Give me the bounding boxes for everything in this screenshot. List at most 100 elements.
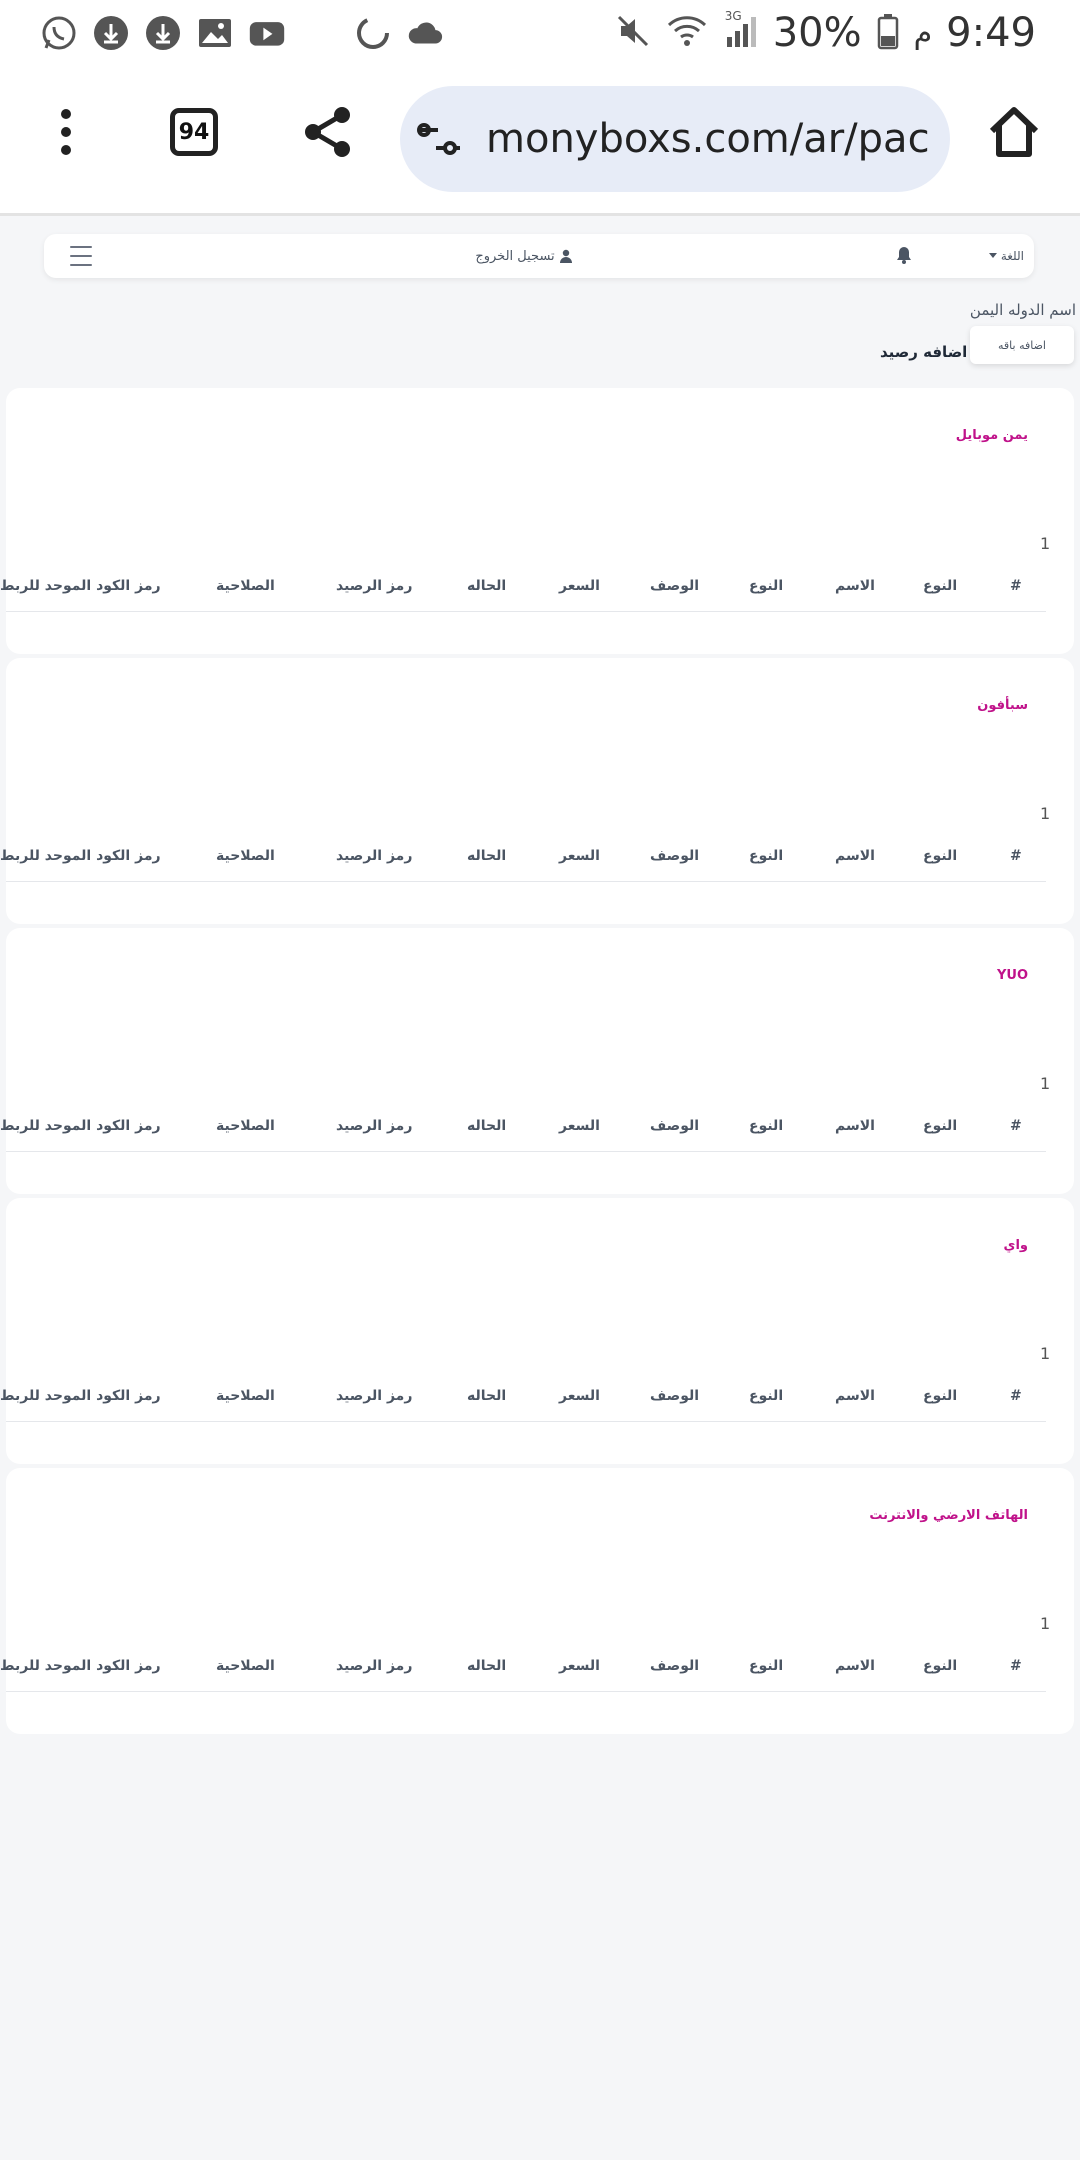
whatsapp-icon: [40, 14, 78, 52]
more-options-button[interactable]: [28, 94, 104, 170]
col-status: الحاله: [467, 1658, 507, 1674]
network-type: 3G: [724, 9, 742, 23]
col-price: السعر: [559, 1118, 600, 1134]
card-count: 1: [1040, 804, 1051, 823]
table-header: # النوع الاسم النوع الوصف السعر الحاله ر…: [0, 1384, 1046, 1422]
share-button[interactable]: [290, 94, 366, 170]
col-validity: الصلاحية: [216, 1658, 275, 1674]
tab-count: 94: [170, 108, 218, 156]
card-title: واي: [1003, 1238, 1028, 1253]
tab-switcher-button[interactable]: 94: [156, 94, 232, 170]
card-title: سبأفون: [977, 698, 1028, 713]
col-description: الوصف: [650, 1658, 700, 1674]
col-status: الحاله: [467, 1118, 507, 1134]
card-count: 1: [1040, 1074, 1051, 1093]
operator-card: سبأفون 1 # النوع الاسم النوع الوصف السعر…: [0, 658, 1074, 924]
col-number: #: [1010, 1658, 1022, 1674]
caret-down-icon: [988, 253, 997, 258]
table-header: # النوع الاسم النوع الوصف السعر الحاله ر…: [0, 844, 1046, 882]
col-unified-code: رمز الكود الموحد للربط: [0, 578, 161, 594]
col-type: النوع: [749, 1658, 784, 1674]
col-balance-code: رمز الرصيد: [336, 1118, 413, 1134]
col-unified-code: رمز الكود الموحد للربط: [0, 1118, 161, 1134]
battery-percent: 30%: [772, 10, 862, 56]
col-type: النوع: [749, 1118, 784, 1134]
col-price: السعر: [559, 1658, 600, 1674]
col-type: النوع: [923, 1388, 958, 1404]
card-count: 1: [1040, 534, 1051, 553]
more-vertical-icon: [61, 109, 71, 155]
operator-card: الهاتف الارضي والانترنت 1 # النوع الاسم …: [0, 1468, 1074, 1734]
logout-link[interactable]: تسجيل الخروج: [444, 244, 604, 268]
bell-icon[interactable]: [896, 246, 914, 266]
col-name: الاسم: [835, 1118, 875, 1134]
col-number: #: [1010, 1388, 1022, 1404]
col-description: الوصف: [650, 848, 700, 864]
operator-card: YUO 1 # النوع الاسم النوع الوصف السعر ال…: [0, 928, 1074, 1194]
card-title: يمن موبايل: [955, 428, 1028, 443]
col-status: الحاله: [467, 848, 507, 864]
image-icon: [196, 14, 234, 52]
download-icon: [144, 14, 182, 52]
col-type: النوع: [923, 1658, 958, 1674]
operator-card: واي 1 # النوع الاسم النوع الوصف السعر ال…: [0, 1198, 1074, 1464]
web-page: تسجيل الخروج اللغة اسم الدوله اليمن اضاف…: [0, 219, 1080, 2160]
col-type: النوع: [923, 848, 958, 864]
card-title: YUO: [996, 968, 1028, 983]
col-price: السعر: [559, 1388, 600, 1404]
share-icon: [305, 107, 350, 157]
add-package-button[interactable]: اضافه باقه: [970, 326, 1074, 364]
user-icon: [559, 249, 572, 263]
col-description: الوصف: [650, 578, 700, 594]
table-header: # النوع الاسم النوع الوصف السعر الحاله ر…: [0, 1654, 1046, 1692]
signal-icon: 3G: [723, 9, 759, 53]
download-icon: [92, 14, 130, 52]
col-name: الاسم: [835, 848, 875, 864]
address-bar[interactable]: monyboxs.com/ar/pac: [400, 86, 950, 192]
col-balance-code: رمز الرصيد: [336, 1388, 413, 1404]
battery-icon: [876, 12, 900, 54]
browser-toolbar: 94 monyboxs.com/ar/pac: [0, 66, 1080, 216]
app-navbar: تسجيل الخروج اللغة: [44, 234, 1034, 278]
col-type: النوع: [749, 848, 784, 864]
site-settings-icon[interactable]: [416, 121, 462, 157]
language-dropdown[interactable]: اللغة: [944, 246, 1024, 266]
col-number: #: [1010, 578, 1022, 594]
table-header: # النوع الاسم النوع الوصف السعر الحاله ر…: [0, 1114, 1046, 1152]
mute-icon: [615, 13, 651, 53]
col-type: النوع: [749, 578, 784, 594]
wifi-icon: [665, 13, 709, 53]
col-name: الاسم: [835, 1658, 875, 1674]
col-number: #: [1010, 848, 1022, 864]
col-type: النوع: [923, 578, 958, 594]
add-balance-link[interactable]: اضافه رصيد: [880, 343, 967, 361]
table-header: # النوع الاسم النوع الوصف السعر الحاله ر…: [0, 574, 1046, 612]
col-price: السعر: [559, 578, 600, 594]
card-title: الهاتف الارضي والانترنت: [869, 1508, 1028, 1523]
col-name: الاسم: [835, 1388, 875, 1404]
card-count: 1: [1040, 1614, 1051, 1633]
col-type: النوع: [749, 1388, 784, 1404]
col-unified-code: رمز الكود الموحد للربط: [0, 848, 161, 864]
col-name: الاسم: [835, 578, 875, 594]
col-balance-code: رمز الرصيد: [336, 848, 413, 864]
col-status: الحاله: [467, 578, 507, 594]
col-description: الوصف: [650, 1118, 700, 1134]
col-balance-code: رمز الرصيد: [336, 578, 413, 594]
col-balance-code: رمز الرصيد: [336, 1658, 413, 1674]
youtube-icon: [248, 14, 286, 52]
col-unified-code: رمز الكود الموحد للربط: [0, 1658, 161, 1674]
card-count: 1: [1040, 1344, 1051, 1363]
cloud-icon: [406, 14, 444, 52]
home-icon: [989, 107, 1039, 157]
language-label: اللغة: [1000, 249, 1024, 263]
hamburger-menu-icon[interactable]: [70, 246, 92, 266]
clock: 9:49: [946, 10, 1036, 56]
col-unified-code: رمز الكود الموحد للربط: [0, 1388, 161, 1404]
col-description: الوصف: [650, 1388, 700, 1404]
country-name: اسم الدوله اليمن: [969, 301, 1076, 319]
col-status: الحاله: [467, 1388, 507, 1404]
col-validity: الصلاحية: [216, 848, 275, 864]
col-type: النوع: [923, 1118, 958, 1134]
home-button[interactable]: [976, 94, 1052, 170]
